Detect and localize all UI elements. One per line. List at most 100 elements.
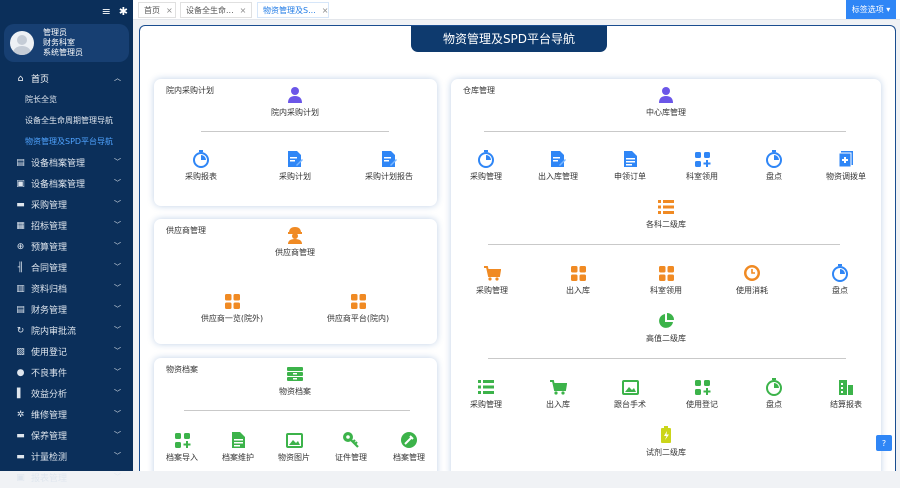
chevron-down-icon[interactable]: ﹀ (114, 283, 121, 293)
nav-tile[interactable]: 采购报表 (156, 150, 246, 182)
chevron-down-icon[interactable]: ﹀ (114, 178, 121, 188)
sidebar-item[interactable]: ▬ 计量检测 ﹀ (0, 446, 133, 467)
sidebar-item[interactable]: ● 不良事件 ﹀ (0, 362, 133, 383)
nav-tile[interactable]: 科室领用 (621, 264, 711, 296)
chevron-down-icon[interactable]: ﹀ (114, 241, 121, 251)
sidebar-item-label: 资料归档 (31, 285, 68, 295)
nav-tile[interactable]: 盘点 (795, 264, 885, 296)
help-button[interactable]: ? (876, 435, 892, 451)
grid-icon (350, 292, 367, 310)
nav-tile[interactable]: 物资调拨单 (801, 150, 891, 182)
chevron-down-icon[interactable]: ﹀ (114, 157, 121, 167)
nav-tile[interactable]: 采购管理 (447, 264, 537, 296)
archive-box-icon (286, 365, 304, 383)
close-icon[interactable]: × (322, 6, 328, 15)
sidebar-item[interactable]: ✲ 维修管理 ﹀ (0, 404, 133, 425)
tab-material-nav[interactable]: 物资管理及S... × (257, 2, 329, 18)
chevron-down-icon[interactable]: ﹀ (114, 451, 121, 461)
avatar (10, 31, 34, 55)
doc-edit-icon (550, 150, 566, 168)
chevron-down-icon[interactable]: ﹀ (114, 388, 121, 398)
close-icon[interactable]: × (166, 6, 173, 15)
divider (201, 131, 389, 132)
sidebar-item[interactable]: ⊕ 预算管理 ﹀ (0, 236, 133, 257)
chevron-down-icon[interactable]: ﹀ (114, 472, 121, 482)
nav-tile[interactable]: 试剂二级库 (621, 426, 711, 458)
sidebar-item[interactable]: ▧ 使用登记 ﹀ (0, 341, 133, 362)
chevron-down-icon[interactable]: ﹀ (114, 409, 121, 419)
chevron-down-icon[interactable]: ﹀ (114, 304, 121, 314)
nav-tile-label: 申领订单 (614, 172, 646, 181)
sidebar-item-label: 不良事件 (31, 369, 68, 379)
nav-tile[interactable]: 院内采购计划 (250, 86, 340, 118)
user-icon (287, 86, 303, 104)
sidebar-item-label: 报表管理 (31, 474, 68, 484)
nav-tile[interactable]: 中心库管理 (621, 86, 711, 118)
nav-tile[interactable]: 出入库 (533, 264, 623, 296)
card-title: 仓库管理 (463, 86, 495, 95)
sidebar-subitem[interactable]: 设备全生命周期管理导航 (0, 110, 133, 131)
sidebar-item[interactable]: ▥ 资料归档 ﹀ (0, 278, 133, 299)
tab-home[interactable]: 首页 × (138, 2, 176, 18)
sidebar-item[interactable]: ▬ 采购管理 ﹀ (0, 194, 133, 215)
nav-tile-label: 使用消耗 (736, 286, 768, 295)
nav-tile[interactable]: 各科二级库 (621, 198, 711, 230)
card-material-archive: 物资档案 物资档案 档案导入 档案维护 物资图片 证件管理 档案管理 (154, 358, 437, 471)
sidebar-item[interactable]: ╢ 合同管理 ﹀ (0, 257, 133, 278)
gear-icon[interactable]: ✱ (119, 5, 128, 18)
nav-tile-label: 各科二级库 (646, 220, 686, 229)
tab-options-label: 标签选项 (851, 5, 884, 14)
nav-tile[interactable]: 使用消耗 (707, 264, 797, 296)
timer-icon (765, 150, 783, 168)
sidebar-item-label: 招标管理 (31, 222, 68, 232)
card-purchase-plan: 院内采购计划 院内采购计划 采购报表 采购计划 采购计划报告 (154, 79, 437, 206)
tab-options-button[interactable]: 标签选项 ▾ (846, 0, 896, 19)
sidebar-item[interactable]: ▦ 招标管理 ﹀ (0, 215, 133, 236)
chevron-down-icon[interactable]: ﹀ (114, 262, 121, 272)
chevron-down-icon[interactable]: ﹀ (114, 220, 121, 230)
grid-icon (224, 292, 241, 310)
close-icon[interactable]: × (240, 6, 247, 15)
nav-tile[interactable]: 供应商一览(院外) (187, 292, 277, 324)
chevron-down-icon[interactable]: ﹀ (114, 367, 121, 377)
sidebar-item[interactable]: ⌂ 首页 ︿ (0, 68, 133, 89)
nav-tile[interactable]: 供应商管理 (250, 226, 340, 258)
sidebar-subitem[interactable]: 物资管理及SPD平台导航 (0, 131, 133, 152)
nav-tile[interactable]: 采购计划报告 (344, 150, 434, 182)
sidebar-item[interactable]: ↻ 院内审批流 ﹀ (0, 320, 133, 341)
chevron-down-icon[interactable]: ﹀ (114, 199, 121, 209)
grid-icon (658, 264, 675, 282)
nav-tile-label: 试剂二级库 (646, 448, 686, 457)
nav-tile-label: 盘点 (766, 172, 782, 181)
worker-icon (286, 226, 304, 244)
nav-tile[interactable]: 采购计划 (250, 150, 340, 182)
chevron-down-icon[interactable]: ﹀ (114, 325, 121, 335)
card-title: 供应商管理 (166, 226, 206, 235)
nav-tile[interactable]: 高值二级库 (621, 312, 711, 344)
user-dept: 财务科室 (43, 38, 75, 47)
chevron-up-icon[interactable]: ︿ (114, 73, 121, 83)
sidebar-item[interactable]: ▤ 设备档案管理 ﹀ (0, 152, 133, 173)
flow-icon: ↻ (16, 325, 25, 336)
nav-tile[interactable]: 物资档案 (250, 365, 340, 397)
list-icon (477, 378, 495, 396)
nav-tile[interactable]: 供应商平台(院内) (313, 292, 403, 324)
sidebar-item[interactable]: ▤ 财务管理 ﹀ (0, 299, 133, 320)
chevron-down-icon[interactable]: ﹀ (114, 346, 121, 356)
sidebar-item[interactable]: ▣ 报表管理 ﹀ (0, 467, 133, 488)
tab-device-nav[interactable]: 设备全生命... × (180, 2, 252, 18)
sidebar-item[interactable]: ▣ 设备档案管理 ﹀ (0, 173, 133, 194)
chevron-down-icon[interactable]: ﹀ (114, 430, 121, 440)
user-info: 管理员 财务科室 系统管理员 (43, 28, 83, 58)
gavel-icon: ▦ (16, 220, 25, 231)
sidebar-item[interactable]: ▬ 保养管理 ﹀ (0, 425, 133, 446)
nav-tile[interactable]: 档案管理 (364, 431, 454, 463)
card-warehouse: 仓库管理 中心库管理 采购管理 出入库管理 申领订单 科室领用 盘点 物资调拨单 各科二级库 采购… (451, 79, 881, 471)
sidebar-subitem[interactable]: 院长全览 (0, 89, 133, 110)
timer-icon (765, 378, 783, 396)
menu-toggle-icon[interactable]: ≡ (102, 5, 111, 18)
tab-bar: 首页 × 设备全生命... × 物资管理及S... × 标签选项 ▾ (133, 0, 900, 20)
nav-tile[interactable]: 结算报表 (801, 378, 891, 410)
sidebar-item-label: 财务管理 (31, 306, 68, 316)
sidebar-item[interactable]: ▌ 效益分析 ﹀ (0, 383, 133, 404)
